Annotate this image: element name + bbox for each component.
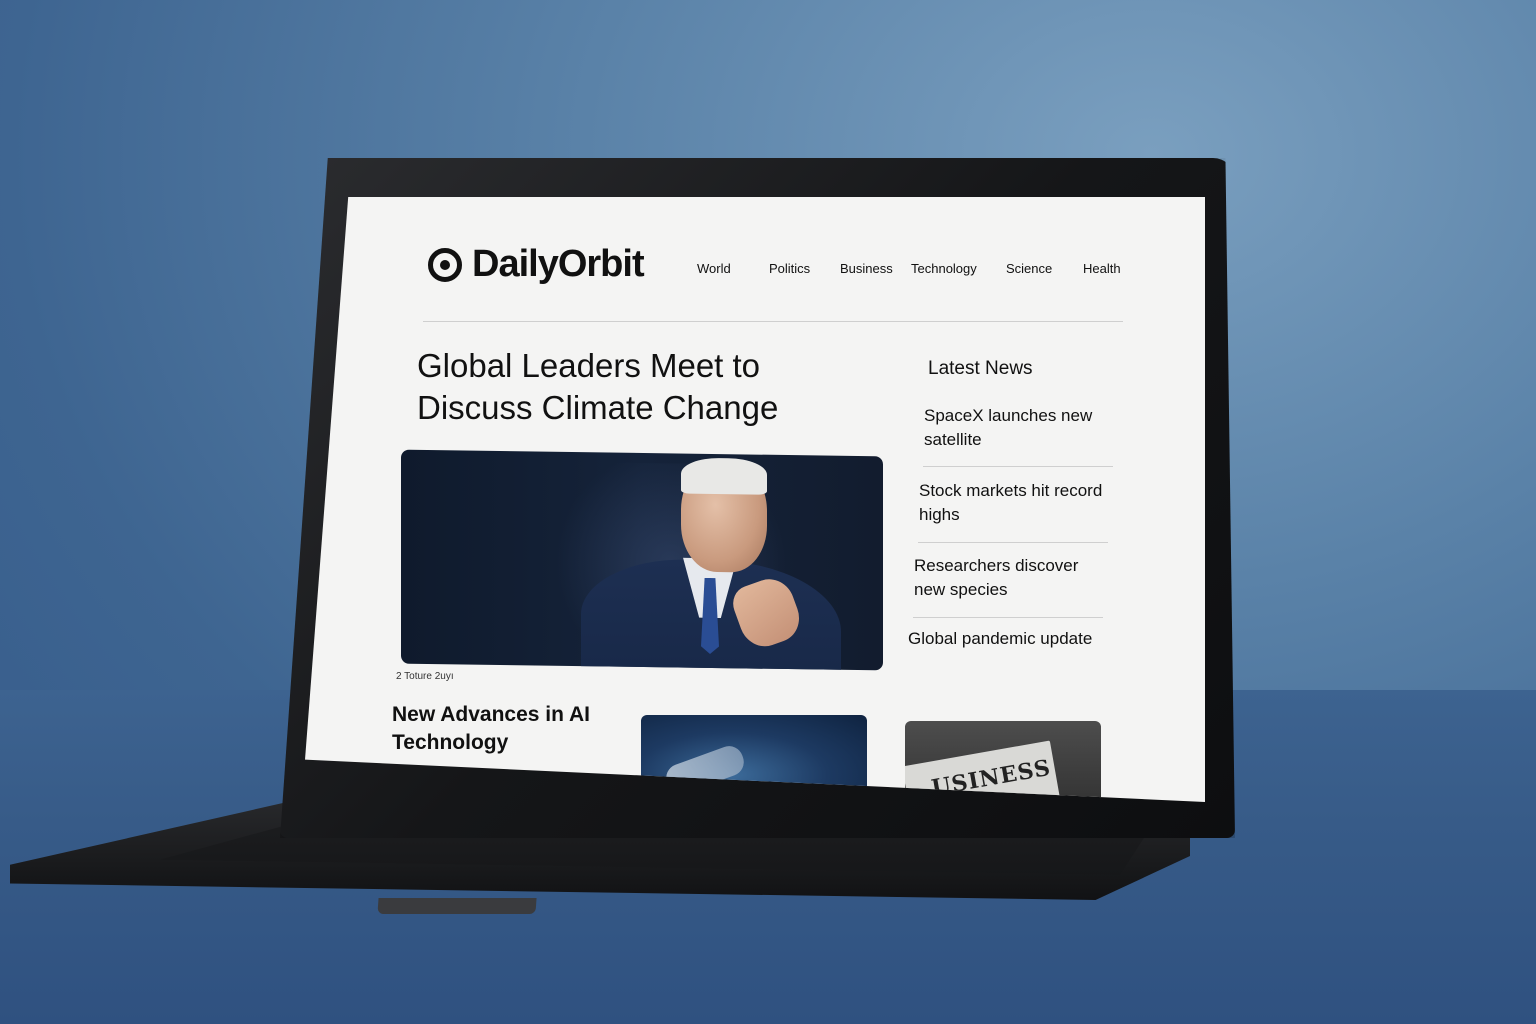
nav-item-politics[interactable]: Politics [769, 261, 810, 276]
news-divider [913, 617, 1103, 618]
news-website: DailyOrbit World Politics Business Techn… [305, 197, 1205, 802]
nav-item-health[interactable]: Health [1083, 261, 1121, 276]
latest-news-item[interactable]: SpaceX launches new satellite [924, 404, 1124, 452]
latest-news-item[interactable]: Global pandemic update [908, 627, 1108, 651]
header-divider [423, 321, 1123, 322]
nav-item-world[interactable]: World [697, 261, 731, 276]
secondary-headline[interactable]: New Advances in AI Technology [392, 701, 632, 757]
scene-background: DailyOrbit World Politics Business Techn… [0, 0, 1536, 1024]
hero-caption: 2 Toture 2uyı [396, 671, 454, 682]
hero-image[interactable] [401, 449, 883, 671]
laptop-notch [377, 898, 537, 914]
nav-item-science[interactable]: Science [1006, 261, 1052, 276]
news-divider [923, 466, 1113, 467]
main-headline[interactable]: Global Leaders Meet to Discuss Climate C… [417, 345, 837, 429]
latest-news-item[interactable]: Researchers discover new species [914, 554, 1114, 602]
latest-news-title: Latest News [928, 358, 1033, 379]
orbit-logo-icon [428, 247, 462, 282]
news-divider [918, 542, 1108, 543]
hero-figure-hair [681, 457, 767, 495]
site-name: DailyOrbit [472, 243, 645, 285]
latest-news-item[interactable]: Stock markets hit record highs [919, 479, 1119, 527]
nav-item-technology[interactable]: Technology [911, 261, 977, 276]
laptop-screen: DailyOrbit World Politics Business Techn… [305, 197, 1205, 802]
nav-item-business[interactable]: Business [840, 261, 893, 276]
site-logo[interactable]: DailyOrbit [428, 243, 645, 286]
